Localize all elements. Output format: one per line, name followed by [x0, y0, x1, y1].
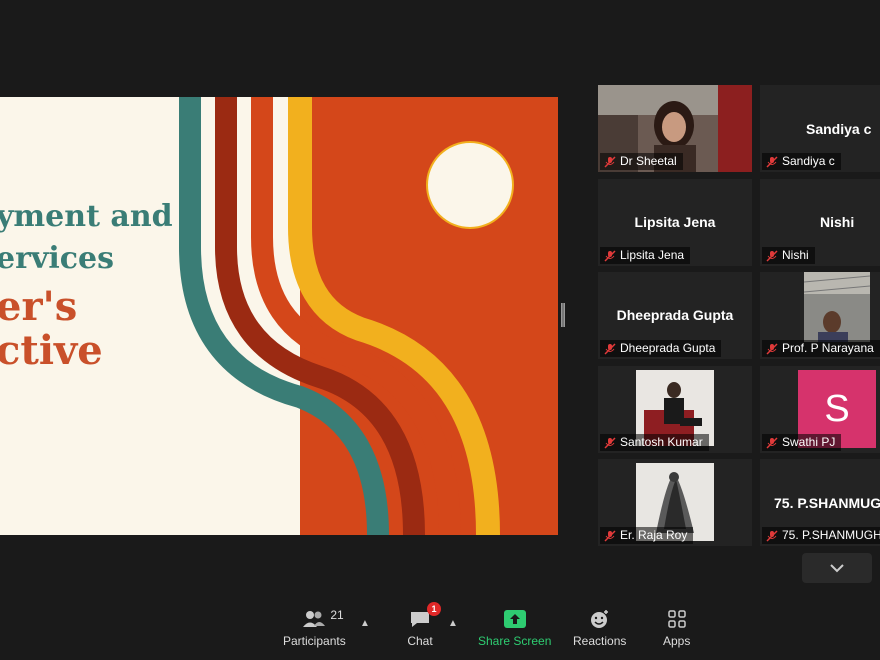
video-tile[interactable]: Lipsita Jena Lipsita Jena [598, 179, 752, 266]
video-tile[interactable]: Sandiya c Sandiya c [760, 85, 880, 172]
participant-display-name: Dheeprada Gupta [616, 307, 734, 323]
slide-line-3: er's [0, 283, 78, 330]
apps-icon [667, 610, 686, 628]
participant-nameplate: Sandiya c [762, 153, 841, 170]
muted-mic-icon [766, 436, 778, 449]
video-tile[interactable]: Dr Sheetal [598, 85, 752, 172]
participant-nameplate: Dheeprada Gupta [600, 340, 722, 357]
participant-name: Prof. P Narayana [782, 341, 874, 355]
slide-line-4: ctive [0, 327, 103, 374]
participants-count: 21 [330, 608, 344, 622]
shared-screen-slide: yment and ervices er's ctive [0, 97, 558, 535]
participant-name: Sandiya c [782, 154, 835, 168]
chat-label: Chat [407, 634, 433, 648]
participant-display-name: Sandiya c [806, 121, 872, 137]
participants-icon [303, 611, 326, 627]
participant-display-name: 75. P.SHANMUG [774, 495, 880, 511]
participant-nameplate: Lipsita Jena [600, 247, 691, 264]
gallery-next-page-button[interactable] [802, 553, 872, 583]
participant-nameplate: Swathi PJ [762, 434, 842, 451]
muted-mic-icon [766, 342, 778, 355]
apps-label: Apps [663, 634, 691, 648]
participant-nameplate: 75. P.SHANMUGH [762, 527, 880, 544]
chat-unread-badge: 1 [427, 602, 441, 616]
participant-name: Dr Sheetal [620, 154, 677, 168]
video-tile[interactable]: Prof. P Narayana [760, 272, 880, 359]
zoom-meeting-window: yment and ervices er's ctive Dr Sheetal [0, 0, 880, 660]
participant-video [804, 272, 870, 342]
muted-mic-icon [766, 529, 778, 542]
share-screen-icon [503, 610, 526, 628]
reactions-button[interactable]: Reactions [573, 608, 626, 648]
participant-nameplate: Santosh Kumar [600, 434, 709, 451]
share-screen-label: Share Screen [478, 634, 552, 648]
participant-nameplate: Prof. P Narayana [762, 340, 880, 357]
participant-nameplate: Dr Sheetal [600, 153, 683, 170]
participant-name: Lipsita Jena [620, 248, 685, 262]
muted-mic-icon [604, 155, 616, 168]
participant-name: Nishi [782, 248, 809, 262]
participant-name: Er. Raja Roy [620, 528, 688, 542]
slide-line-1: yment and [0, 199, 173, 234]
participant-name: 75. P.SHANMUGH [782, 528, 880, 542]
video-tile[interactable]: S Swathi PJ [760, 366, 880, 453]
video-tile[interactable]: Er. Raja Roy [598, 459, 752, 546]
participant-display-name: Nishi [820, 214, 855, 230]
video-tile[interactable]: 75. P.SHANMUG 75. P.SHANMUGH [760, 459, 880, 546]
muted-mic-icon [604, 342, 616, 355]
video-tile[interactable]: Nishi Nishi [760, 179, 880, 266]
slide-decoration [179, 97, 558, 535]
video-tile[interactable]: Santosh Kumar [598, 366, 752, 453]
participant-name: Swathi PJ [782, 435, 836, 449]
muted-mic-icon [766, 155, 778, 168]
chevron-down-icon [830, 564, 844, 573]
participant-display-name: Lipsita Jena [634, 214, 716, 230]
reactions-label: Reactions [573, 634, 627, 648]
video-tile[interactable]: Dheeprada Gupta Dheeprada Gupta [598, 272, 752, 359]
muted-mic-icon [604, 436, 616, 449]
split-view-handle[interactable] [561, 303, 565, 327]
participant-name: Santosh Kumar [620, 435, 703, 449]
participants-button[interactable]: 21 Participants [283, 608, 346, 648]
participant-nameplate: Nishi [762, 247, 815, 264]
participants-options-caret[interactable]: ▲ [360, 618, 370, 629]
muted-mic-icon [766, 249, 778, 262]
chat-options-caret[interactable]: ▲ [448, 618, 458, 629]
apps-button[interactable]: Apps [663, 608, 690, 648]
participants-label: Participants [283, 634, 346, 648]
share-screen-button[interactable]: Share Screen [478, 608, 551, 648]
chat-button[interactable]: 1 Chat [407, 602, 441, 648]
participant-nameplate: Er. Raja Roy [600, 527, 694, 544]
muted-mic-icon [604, 249, 616, 262]
slide-line-2: ervices [0, 241, 114, 276]
meeting-toolbar: 21 Participants ▲ 1 Chat ▲ Share Screen [0, 600, 880, 660]
muted-mic-icon [604, 529, 616, 542]
reactions-icon [590, 610, 608, 628]
participant-name: Dheeprada Gupta [620, 341, 716, 355]
